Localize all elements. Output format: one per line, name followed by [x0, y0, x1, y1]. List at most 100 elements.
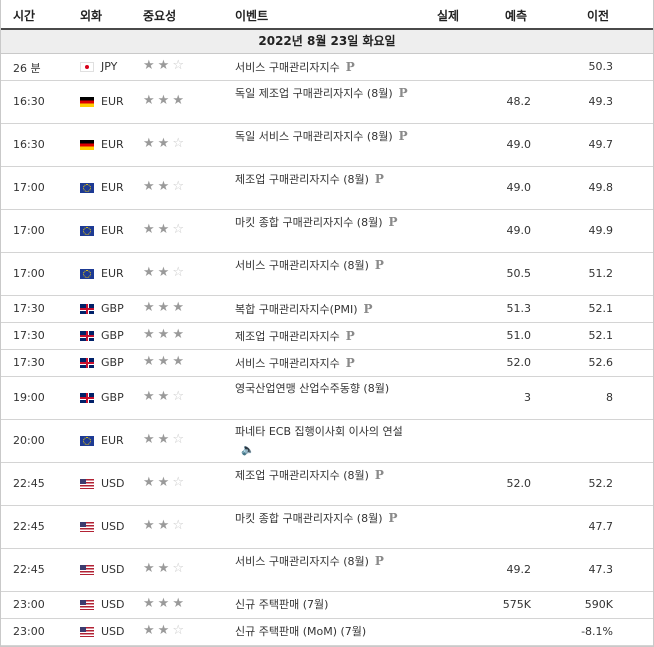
event-label[interactable]: 서비스 구매관리자지수 (8월): [235, 555, 369, 568]
event-previous: 52.1: [588, 302, 614, 315]
event-label[interactable]: 마킷 종합 구매관리자지수 (8월): [235, 216, 383, 229]
event-name[interactable]: 서비스 구매관리자지수 P: [235, 58, 413, 77]
event-name[interactable]: 제조업 구매관리자지수 (8월) P: [235, 170, 413, 189]
event-time: 16:30: [13, 95, 45, 108]
star-empty-icon: ☆: [172, 136, 187, 151]
event-name[interactable]: 신규 주택판매 (7월): [235, 596, 413, 614]
event-previous: 47.7: [588, 520, 614, 533]
event-name[interactable]: 독일 서비스 구매관리자지수 (8월) P: [235, 127, 413, 146]
table-row[interactable]: 17:30 GBP ★★★ 서비스 구매관리자지수 P 52.0 52.6: [1, 350, 653, 377]
star-empty-icon: ☆: [172, 518, 187, 533]
event-label[interactable]: 신규 주택판매 (MoM) (7월): [235, 625, 366, 638]
table-row[interactable]: 22:45 USD ★★☆ 제조업 구매관리자지수 (8월) P 52.0 52.…: [1, 463, 653, 506]
header-previous[interactable]: 이전: [587, 7, 609, 24]
star-filled-icon: ★: [143, 58, 158, 73]
event-label[interactable]: 제조업 구매관리자지수 (8월): [235, 469, 369, 482]
event-label[interactable]: 서비스 구매관리자지수: [235, 357, 340, 370]
table-row[interactable]: 23:00 USD ★★★ 신규 주택판매 (7월) 575K 590K: [1, 592, 653, 619]
table-row[interactable]: 19:00 GBP ★★☆ 영국산업연맹 산업수주동향 (8월) 3 8: [1, 377, 653, 420]
event-forecast: 50.5: [506, 267, 532, 280]
event-label[interactable]: 서비스 구매관리자지수: [235, 61, 340, 74]
table-row[interactable]: 26 분 JPY ★★☆ 서비스 구매관리자지수 P 50.3: [1, 54, 653, 81]
event-label[interactable]: 영국산업연맹 산업수주동향 (8월): [235, 382, 389, 395]
event-name[interactable]: 신규 주택판매 (MoM) (7월): [235, 623, 413, 641]
event-name[interactable]: 마킷 종합 구매관리자지수 (8월) P: [235, 509, 413, 528]
table-row[interactable]: 20:00 EUR ★★☆ 파네타 ECB 집행이사회 이사의 연설🔈: [1, 420, 653, 463]
preliminary-icon: P: [374, 172, 384, 186]
event-label[interactable]: 마킷 종합 구매관리자지수 (8월): [235, 512, 383, 525]
event-label[interactable]: 서비스 구매관리자지수 (8월): [235, 259, 369, 272]
event-label[interactable]: 제조업 구매관리자지수 (8월): [235, 173, 369, 186]
event-label[interactable]: 독일 제조업 구매관리자지수 (8월): [235, 87, 393, 100]
event-previous: 52.6: [588, 356, 614, 369]
event-name[interactable]: 독일 제조업 구매관리자지수 (8월) P: [235, 84, 413, 103]
header-actual[interactable]: 실제: [437, 7, 459, 24]
event-label[interactable]: 파네타 ECB 집행이사회 이사의 연설: [235, 425, 403, 438]
importance-stars: ★★☆: [143, 136, 187, 151]
importance-stars: ★★☆: [143, 475, 187, 490]
star-empty-icon: ☆: [172, 561, 187, 576]
event-currency: GBP: [101, 302, 124, 315]
importance-stars: ★★★: [143, 596, 187, 611]
table-row[interactable]: 17:00 EUR ★★☆ 서비스 구매관리자지수 (8월) P 50.5 51.…: [1, 253, 653, 296]
star-filled-icon: ★: [143, 136, 158, 151]
header-currency[interactable]: 외화: [80, 7, 102, 24]
event-time: 22:45: [13, 563, 45, 576]
star-filled-icon: ★: [143, 475, 158, 490]
star-filled-icon: ★: [157, 518, 173, 533]
event-name[interactable]: 제조업 구매관리자지수 (8월) P: [235, 466, 413, 485]
table-row[interactable]: 17:00 EUR ★★☆ 제조업 구매관리자지수 (8월) P 49.0 49.…: [1, 167, 653, 210]
header-event[interactable]: 이벤트: [235, 7, 268, 24]
event-name[interactable]: 마킷 종합 구매관리자지수 (8월) P: [235, 213, 413, 232]
event-forecast: 49.0: [506, 138, 532, 151]
preliminary-icon: P: [363, 302, 373, 316]
event-label[interactable]: 신규 주택판매 (7월): [235, 598, 328, 611]
table-row[interactable]: 22:45 USD ★★☆ 마킷 종합 구매관리자지수 (8월) P 47.7: [1, 506, 653, 549]
event-forecast: 52.0: [506, 477, 532, 490]
flag-gb-icon: [80, 393, 94, 403]
importance-stars: ★★☆: [143, 432, 187, 447]
event-name[interactable]: 영국산업연맹 산업수주동향 (8월): [235, 380, 413, 398]
event-currency: GBP: [101, 391, 124, 404]
event-currency: EUR: [101, 224, 124, 237]
event-name[interactable]: 제조업 구매관리자지수 P: [235, 327, 413, 346]
economic-calendar-table: 시간 외화 중요성 이벤트 실제 예측 이전 2022년 8월 23일 화요일 …: [0, 0, 654, 647]
speaker-icon[interactable]: 🔈: [241, 443, 255, 456]
event-time: 26 분: [13, 62, 41, 75]
event-name[interactable]: 복합 구매관리자지수(PMI) P: [235, 300, 413, 319]
event-name[interactable]: 파네타 ECB 집행이사회 이사의 연설 🔈: [235, 423, 413, 459]
star-filled-icon: ★: [157, 475, 173, 490]
table-row[interactable]: 17:00 EUR ★★☆ 마킷 종합 구매관리자지수 (8월) P 49.0 4…: [1, 210, 653, 253]
table-row[interactable]: 16:30 EUR ★★★ 독일 제조업 구매관리자지수 (8월) P 48.2 …: [1, 81, 653, 124]
importance-stars: ★★★: [143, 93, 187, 108]
table-row[interactable]: 22:45 USD ★★☆ 서비스 구매관리자지수 (8월) P 49.2 47.…: [1, 549, 653, 592]
table-row[interactable]: 17:30 GBP ★★★ 복합 구매관리자지수(PMI) P 51.3 52.1: [1, 296, 653, 323]
event-previous: 52.2: [588, 477, 614, 490]
table-row[interactable]: 23:00 USD ★★☆ 신규 주택판매 (MoM) (7월) -8.1%: [1, 619, 653, 646]
event-label[interactable]: 복합 구매관리자지수(PMI): [235, 303, 358, 316]
header-importance[interactable]: 중요성: [143, 7, 176, 24]
star-filled-icon: ★: [157, 222, 173, 237]
event-label[interactable]: 제조업 구매관리자지수: [235, 330, 340, 343]
table-row[interactable]: 17:30 GBP ★★★ 제조업 구매관리자지수 P 51.0 52.1: [1, 323, 653, 350]
star-filled-icon: ★: [143, 327, 158, 342]
preliminary-icon: P: [388, 215, 398, 229]
importance-stars: ★★★: [143, 354, 187, 369]
event-label[interactable]: 독일 서비스 구매관리자지수 (8월): [235, 130, 393, 143]
importance-stars: ★★☆: [143, 561, 187, 576]
event-time: 22:45: [13, 477, 45, 490]
star-empty-icon: ☆: [172, 58, 187, 73]
table-row[interactable]: 16:30 EUR ★★☆ 독일 서비스 구매관리자지수 (8월) P 49.0 …: [1, 124, 653, 167]
event-name[interactable]: 서비스 구매관리자지수 (8월) P: [235, 256, 413, 275]
flag-us-icon: [80, 600, 94, 610]
event-name[interactable]: 서비스 구매관리자지수 (8월) P: [235, 552, 413, 571]
star-filled-icon: ★: [143, 93, 158, 108]
event-time: 17:30: [13, 302, 45, 315]
header-forecast[interactable]: 예측: [505, 7, 527, 24]
star-filled-icon: ★: [157, 354, 173, 369]
flag-us-icon: [80, 627, 94, 637]
star-filled-icon: ★: [157, 136, 173, 151]
header-time[interactable]: 시간: [13, 7, 35, 24]
event-name[interactable]: 서비스 구매관리자지수 P: [235, 354, 413, 373]
event-forecast: 49.0: [506, 224, 532, 237]
